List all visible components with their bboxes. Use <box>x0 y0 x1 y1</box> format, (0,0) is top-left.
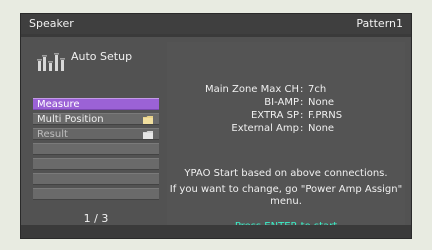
connection-row-extra-sp: EXTRA SP : F.PRNS <box>167 109 405 122</box>
folder-icon <box>143 115 153 124</box>
connection-summary: Main Zone Max CH : 7ch BI-AMP : None EXT… <box>167 83 405 135</box>
connection-value: None <box>308 123 335 134</box>
menu-item-empty <box>33 143 159 155</box>
menu-item-measure[interactable]: Measure <box>33 98 159 110</box>
connection-row-main-zone: Main Zone Max CH : 7ch <box>167 83 405 96</box>
screen-title: Speaker <box>29 17 74 30</box>
menu-item-label: Result <box>37 129 68 140</box>
info-panel: Main Zone Max CH : 7ch BI-AMP : None EXT… <box>167 42 405 232</box>
sidebar: Auto Setup Measure Multi Position Result <box>33 42 159 232</box>
connection-row-bi-amp: BI-AMP : None <box>167 96 405 109</box>
speaker-level-icon <box>37 52 65 72</box>
menu-item-empty <box>33 158 159 170</box>
connection-value: 7ch <box>308 84 327 95</box>
pattern-label: Pattern1 <box>356 17 403 30</box>
connection-key: BI-AMP <box>264 97 299 108</box>
menu-item-result: Result <box>33 128 159 140</box>
menu-item-label: Multi Position <box>37 114 104 125</box>
sidebar-menu: Measure Multi Position Result <box>33 98 159 208</box>
sidebar-title: Auto Setup <box>71 50 133 63</box>
menu-item-empty <box>33 173 159 185</box>
top-status-bar: Speaker Pattern1 <box>21 14 411 34</box>
page-indicator: 1 / 3 <box>83 212 109 225</box>
connection-separator: : <box>300 123 304 134</box>
connection-separator: : <box>300 97 304 108</box>
instruction-message: If you want to change, go "Power Amp Ass… <box>169 184 403 207</box>
connection-value: None <box>308 97 335 108</box>
connection-key: External Amp <box>231 123 299 134</box>
connection-key: Main Zone Max CH <box>204 84 299 95</box>
header-divider <box>21 34 411 37</box>
speaker-settings-screen: Speaker Pattern1 Auto Setup Measure Mult… <box>20 13 412 239</box>
bottom-bar <box>21 225 411 238</box>
connection-key: EXTRA SP <box>250 110 299 121</box>
connection-row-external-amp: External Amp : None <box>167 122 405 135</box>
sidebar-title-row: Auto Setup <box>33 42 159 78</box>
connection-separator: : <box>300 110 304 121</box>
menu-item-label: Measure <box>37 99 80 110</box>
status-message: YPAO Start based on above connections. <box>184 168 388 179</box>
menu-item-multi-position[interactable]: Multi Position <box>33 113 159 125</box>
connection-separator: : <box>300 84 304 95</box>
menu-item-empty <box>33 188 159 200</box>
connection-value: F.PRNS <box>308 110 343 121</box>
folder-icon <box>143 130 153 139</box>
